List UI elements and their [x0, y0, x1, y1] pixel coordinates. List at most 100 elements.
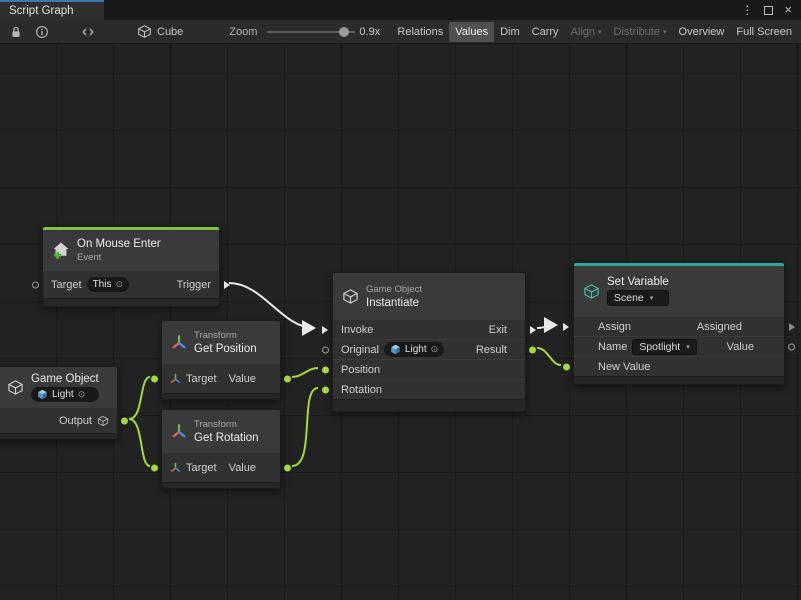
- node-get-rotation[interactable]: Transform Get Rotation Target Value: [161, 409, 281, 489]
- graph-canvas[interactable]: On Mouse Enter Event Target This ⊙ Trigg…: [0, 44, 801, 600]
- trigger-output-port[interactable]: [224, 281, 230, 289]
- assigned-label: Assigned: [697, 321, 742, 333]
- result-label: Result: [476, 344, 507, 356]
- variable-scope-value: Scene: [614, 292, 644, 304]
- value-label: Value: [727, 341, 754, 353]
- assign-label: Assign: [598, 321, 631, 333]
- original-object-value: Light: [405, 343, 427, 356]
- kebab-menu-icon[interactable]: ⋮: [741, 3, 753, 17]
- carry-button[interactable]: Carry: [526, 22, 565, 42]
- value-output-port[interactable]: [788, 343, 795, 350]
- assign-input-port[interactable]: [563, 323, 569, 331]
- zoom-slider[interactable]: [267, 31, 355, 33]
- original-input-port[interactable]: [322, 346, 329, 353]
- chevron-down-icon: ▾: [663, 29, 667, 36]
- node-footer: [162, 393, 280, 399]
- tab-title: Script Graph: [9, 5, 74, 17]
- on-mouse-enter-event-icon: [52, 241, 70, 259]
- chevron-down-icon: ▾: [686, 343, 690, 351]
- overview-button[interactable]: Overview: [673, 22, 731, 42]
- full-screen-button[interactable]: Full Screen: [730, 22, 798, 42]
- rotation-label: Rotation: [341, 384, 382, 396]
- graph-toolbar: Cube Zoom 0.9x Relations Values Dim Carr…: [0, 20, 801, 44]
- dim-button[interactable]: Dim: [494, 22, 526, 42]
- target-label: Target: [186, 373, 217, 385]
- game-object-mini-icon: [97, 415, 109, 427]
- exit-label: Exit: [489, 324, 507, 336]
- variable-scope-dropdown[interactable]: Scene ▾: [607, 290, 669, 306]
- object-picker-icon[interactable]: ⊙: [431, 343, 439, 356]
- invoke-input-port[interactable]: [322, 326, 328, 334]
- new-value-input-port[interactable]: [563, 363, 570, 370]
- wire-output-to-getposition-target: [129, 377, 150, 419]
- target-input-port[interactable]: [151, 464, 158, 471]
- node-subtitle: Event: [77, 252, 161, 263]
- exit-output-port[interactable]: [530, 326, 536, 334]
- maximize-icon[interactable]: [764, 6, 773, 15]
- align-button[interactable]: Align▾: [565, 22, 608, 42]
- object-picker-icon[interactable]: ⊙: [115, 278, 123, 291]
- toolbar-buttons: Relations Values Dim Carry Align▾ Distri…: [391, 22, 798, 42]
- values-button[interactable]: Values: [449, 22, 494, 42]
- zoom-slider-handle[interactable]: [339, 27, 349, 37]
- variable-name-dropdown[interactable]: Spotlight ▾: [632, 339, 696, 355]
- graph-context-selector[interactable]: Cube: [137, 24, 183, 39]
- rotation-input-port[interactable]: [322, 386, 329, 393]
- node-title: Get Rotation: [194, 432, 259, 444]
- light-object-field[interactable]: Light ⊙: [31, 387, 99, 402]
- original-object-field[interactable]: Light ⊙: [384, 342, 444, 357]
- node-title: On Mouse Enter: [77, 238, 161, 250]
- value-output-port[interactable]: [284, 375, 291, 382]
- close-icon[interactable]: ×: [784, 5, 792, 15]
- variable-name-value: Spotlight: [639, 341, 680, 353]
- node-category: Transform: [194, 330, 257, 341]
- node-footer: [43, 298, 219, 306]
- graph-context-label: Cube: [157, 26, 183, 38]
- light-object-value: Light: [52, 388, 74, 401]
- node-footer: [0, 433, 117, 439]
- zoom-value: 0.9x: [359, 26, 380, 38]
- original-label: Original: [341, 344, 379, 356]
- tab-script-graph[interactable]: Script Graph: [0, 0, 104, 20]
- distribute-button[interactable]: Distribute▾: [608, 22, 673, 42]
- target-input-port[interactable]: [32, 281, 39, 288]
- node-get-position[interactable]: Transform Get Position Target Value: [161, 320, 281, 400]
- node-footer: [333, 399, 525, 411]
- game-object-cube-icon: [7, 379, 24, 396]
- node-instantiate[interactable]: Game Object Instantiate Invoke Exit Orig…: [332, 272, 526, 412]
- output-port[interactable]: [121, 417, 128, 424]
- wire-output-to-getrotation-target: [129, 419, 150, 466]
- result-output-port[interactable]: [529, 346, 536, 353]
- node-title: Get Position: [194, 343, 257, 355]
- object-picker-icon[interactable]: ⊙: [78, 388, 86, 401]
- window-controls: ⋮ ×: [741, 0, 801, 20]
- variable-icon: [583, 283, 600, 300]
- position-input-port[interactable]: [322, 366, 329, 373]
- node-title: Instantiate: [366, 297, 422, 309]
- code-icon[interactable]: [79, 23, 97, 41]
- transform-icon: [171, 423, 187, 439]
- cube-icon: [137, 24, 152, 39]
- target-object-field[interactable]: This ⊙: [87, 277, 129, 292]
- transform-mini-icon: [170, 373, 181, 384]
- node-light-game-object[interactable]: Game Object Light ⊙ Output: [0, 366, 118, 440]
- wire-rotation-value-to-instantiate: [292, 388, 318, 466]
- node-category: Game Object: [366, 284, 422, 295]
- name-label: Name: [598, 341, 627, 353]
- output-label: Output: [59, 415, 92, 427]
- target-input-port[interactable]: [151, 375, 158, 382]
- node-title: Game Object: [31, 373, 99, 385]
- relations-button[interactable]: Relations: [391, 22, 449, 42]
- wire-position-value-to-instantiate: [292, 368, 318, 377]
- node-on-mouse-enter[interactable]: On Mouse Enter Event Target This ⊙ Trigg…: [42, 226, 220, 307]
- position-label: Position: [341, 364, 380, 376]
- lock-icon[interactable]: [7, 23, 25, 41]
- value-output-port[interactable]: [284, 464, 291, 471]
- info-icon[interactable]: [33, 23, 51, 41]
- assigned-output-port[interactable]: [789, 323, 795, 331]
- wire-exit-to-assign: [537, 325, 556, 328]
- game-object-icon: [37, 389, 48, 400]
- window-tab-bar: Script Graph ⋮ ×: [0, 0, 801, 20]
- node-set-variable[interactable]: Set Variable Scene ▾ Assign Assigned Nam…: [573, 262, 785, 385]
- new-value-label: New Value: [598, 361, 650, 373]
